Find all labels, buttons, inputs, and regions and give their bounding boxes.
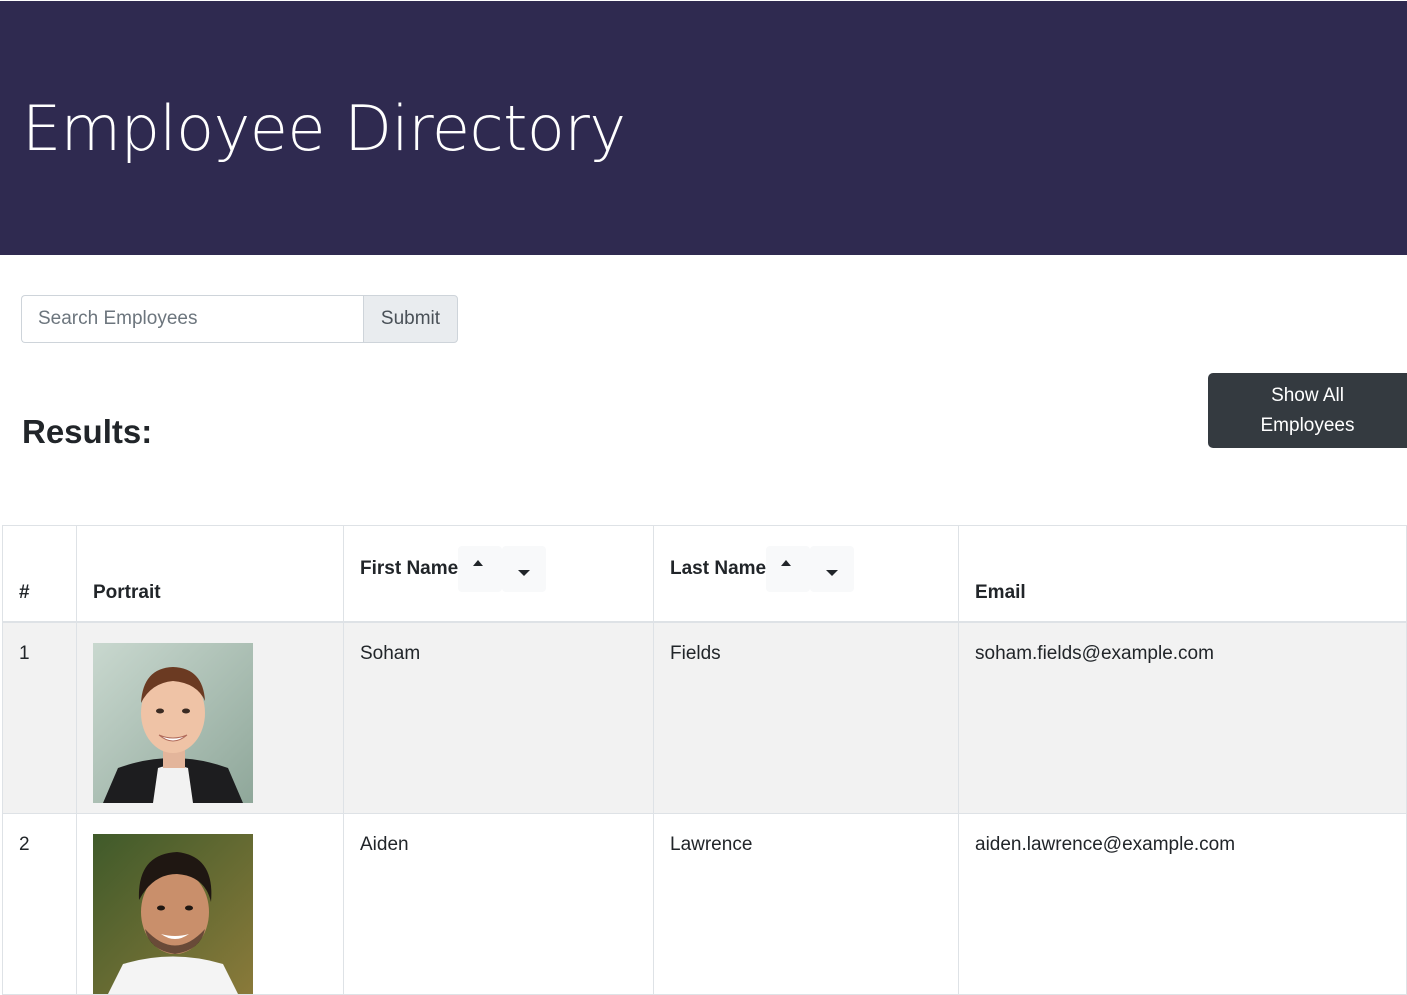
email-cell: soham.fields@example.com xyxy=(958,621,1407,814)
search-input[interactable] xyxy=(21,295,363,343)
caret-up-icon xyxy=(781,560,792,566)
employee-portrait xyxy=(93,643,253,803)
column-header-index: # xyxy=(2,525,77,623)
caret-down-icon xyxy=(518,570,531,576)
row-index: 2 xyxy=(2,813,77,995)
results-heading: Results: xyxy=(22,413,153,450)
first-name-sort-group: First Name xyxy=(360,546,547,592)
column-header-last-name: Last Name xyxy=(653,525,959,623)
header-banner: Employee Directory xyxy=(0,1,1407,255)
show-all-employees-button[interactable]: Show All Employees xyxy=(1208,373,1407,448)
last-name-cell: Fields xyxy=(653,621,959,814)
table-header-row: # Portrait First Name Last Name Email xyxy=(2,525,1407,623)
search-form: Submit xyxy=(21,295,458,343)
portrait-cell xyxy=(76,813,344,995)
portrait-cell xyxy=(76,621,344,814)
last-name-sort-desc-button[interactable] xyxy=(810,546,855,592)
page-title: Employee Directory xyxy=(22,92,626,165)
last-name-cell: Lawrence xyxy=(653,813,959,995)
last-name-sort-group: Last Name xyxy=(670,546,855,592)
caret-down-icon xyxy=(826,570,839,576)
email-cell: aiden.lawrence@example.com xyxy=(958,813,1407,995)
first-name-cell: Soham xyxy=(343,621,654,814)
first-name-header-label: First Name xyxy=(360,558,459,579)
first-name-sort-desc-button[interactable] xyxy=(502,546,547,592)
last-name-sort-asc-button[interactable] xyxy=(766,546,811,592)
last-name-header-label: Last Name xyxy=(670,558,767,579)
column-header-portrait: Portrait xyxy=(76,525,344,623)
table-row: 2 Aiden Lawrence aiden.lawrence@example.… xyxy=(2,813,1407,995)
first-name-sort-asc-button[interactable] xyxy=(458,546,503,592)
caret-up-icon xyxy=(473,560,484,566)
column-header-email: Email xyxy=(958,525,1407,623)
row-index: 1 xyxy=(2,621,77,814)
first-name-cell: Aiden xyxy=(343,813,654,995)
employee-portrait xyxy=(93,834,253,994)
table-row: 1 Soham Fields soham.fields@example.com xyxy=(2,621,1407,814)
employee-table: # Portrait First Name Last Name Email 1 … xyxy=(2,525,1407,995)
submit-button[interactable]: Submit xyxy=(363,295,458,343)
column-header-first-name: First Name xyxy=(343,525,654,623)
